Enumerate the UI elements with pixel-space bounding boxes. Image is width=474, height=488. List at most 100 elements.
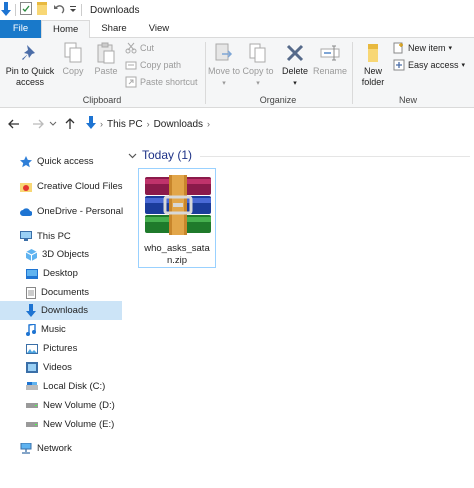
nav-desktop[interactable]: Desktop	[26, 264, 78, 283]
up-button[interactable]	[62, 116, 78, 132]
easy-access-label: Easy access	[408, 60, 459, 70]
cube-icon	[26, 248, 37, 261]
back-button[interactable]	[6, 116, 22, 132]
tab-view[interactable]: View	[138, 20, 180, 38]
group-header-today[interactable]: Today (1)	[128, 148, 470, 162]
nav-pictures[interactable]: Pictures	[26, 339, 77, 358]
downloads-arrow-icon	[1, 1, 11, 19]
customize-dropdown-icon[interactable]	[69, 5, 77, 16]
nav-volume-d[interactable]: New Volume (D:)	[26, 396, 115, 415]
copy-button[interactable]: Copy	[60, 42, 86, 77]
copy-to-icon	[249, 43, 266, 63]
pin-label: Pin to Quick access	[5, 66, 55, 87]
nav-volume-d-label: New Volume (D:)	[43, 400, 115, 411]
nav-3d-objects-label: 3D Objects	[42, 249, 89, 260]
recent-locations-button[interactable]	[48, 116, 58, 132]
nav-creative-cloud-label: Creative Cloud Files	[37, 181, 123, 192]
forward-arrow-icon	[33, 119, 44, 129]
new-folder-label: New folder	[361, 66, 385, 87]
cut-button[interactable]: Cut	[125, 42, 154, 54]
new-folder-button[interactable]: New folder	[355, 42, 391, 88]
new-group-label: New	[398, 95, 417, 105]
nav-3d-objects[interactable]: 3D Objects	[26, 245, 89, 264]
title-bar: Downloads	[0, 0, 474, 20]
nav-downloads[interactable]: Downloads	[0, 301, 122, 320]
breadcrumb-this-pc[interactable]: This PC	[107, 119, 143, 130]
quick-access-toolbar	[0, 0, 86, 20]
new-item-icon	[393, 42, 403, 54]
drive-icon	[26, 403, 38, 408]
document-icon	[26, 286, 36, 299]
tab-share[interactable]: Share	[90, 20, 137, 38]
back-arrow-icon	[8, 119, 19, 129]
nav-videos[interactable]: Videos	[26, 358, 72, 377]
scissors-icon	[125, 42, 137, 54]
creative-cloud-icon	[20, 182, 32, 192]
network-icon	[20, 443, 32, 454]
easy-access-button[interactable]: Easy access ▾	[393, 59, 465, 71]
nav-onedrive[interactable]: OneDrive - Personal	[20, 202, 123, 221]
nav-network[interactable]: Network	[20, 439, 72, 458]
properties-icon[interactable]	[20, 2, 32, 18]
nav-music[interactable]: Music	[26, 320, 66, 339]
pin-icon	[22, 45, 35, 60]
paste-shortcut-label: Paste shortcut	[140, 77, 198, 87]
nav-quick-access[interactable]: Quick access	[20, 152, 94, 171]
winrar-archive-icon	[145, 175, 211, 235]
chevron-down-icon	[49, 121, 57, 126]
navigation-pane: Quick access Creative Cloud Files OneDri…	[0, 140, 123, 488]
nav-music-label: Music	[41, 324, 66, 335]
copy-path-label: Copy path	[140, 60, 182, 70]
chevron-down-icon	[128, 148, 137, 162]
new-item-dropdown-icon: ▾	[448, 45, 453, 52]
organize-group: Move to ▾ Copy to ▾ Delete ▾ Rename Organiz…	[206, 38, 350, 108]
rename-label: Rename	[312, 66, 348, 76]
nav-creative-cloud[interactable]: Creative Cloud Files	[20, 177, 123, 196]
tab-home[interactable]: Home	[41, 20, 91, 39]
address-bar[interactable]: › This PC › Downloads ›	[82, 114, 474, 134]
copy-path-button[interactable]: Copy path	[125, 59, 181, 71]
computer-icon	[20, 231, 32, 241]
paste-shortcut-button[interactable]: Paste shortcut	[125, 76, 198, 88]
group-header-label: Today (1)	[142, 148, 193, 162]
copy-to-button[interactable]: Copy to ▾	[242, 42, 274, 89]
nav-pictures-label: Pictures	[43, 343, 78, 354]
breadcrumb-separator-icon: ›	[207, 119, 211, 129]
file-list: Today (1) who_asks_satan.zip	[124, 140, 474, 488]
copy-path-icon	[125, 61, 137, 70]
file-item[interactable]: who_asks_satan.zip	[138, 168, 216, 268]
move-to-button[interactable]: Move to ▾	[208, 42, 240, 89]
breadcrumb-separator-icon: ›	[146, 119, 150, 129]
move-to-label: Move to	[208, 66, 241, 76]
desktop-icon	[26, 268, 38, 279]
nav-local-disk[interactable]: Local Disk (C:)	[26, 377, 105, 396]
drive-icon	[26, 382, 38, 390]
copy-label: Copy	[62, 66, 84, 76]
move-to-icon	[215, 43, 233, 61]
rename-button[interactable]: Rename	[312, 42, 348, 77]
new-folder-icon[interactable]	[36, 2, 48, 18]
cut-label: Cut	[140, 43, 155, 53]
cloud-icon	[20, 207, 32, 216]
undo-icon[interactable]	[53, 3, 65, 18]
tab-file[interactable]: File	[0, 20, 41, 38]
ribbon-tabs: File Home Share View	[0, 20, 474, 39]
ribbon: Pin to Quick access Copy Paste Cut Copy …	[0, 38, 474, 108]
nav-this-pc[interactable]: This PC	[20, 227, 71, 246]
forward-button[interactable]	[30, 116, 46, 132]
pin-to-quick-access-button[interactable]: Pin to Quick access	[2, 42, 58, 88]
nav-this-pc-label: This PC	[37, 231, 71, 242]
easy-access-dropdown-icon: ▾	[461, 62, 466, 69]
copy-icon	[64, 42, 82, 63]
paste-button[interactable]: Paste	[92, 42, 120, 77]
nav-network-label: Network	[37, 443, 72, 454]
new-item-button[interactable]: New item ▾	[393, 42, 452, 54]
delete-button[interactable]: Delete ▾	[280, 42, 310, 89]
nav-volume-e[interactable]: New Volume (E:)	[26, 415, 114, 434]
breadcrumb-downloads[interactable]: Downloads	[154, 119, 203, 130]
downloads-location-icon	[86, 116, 96, 132]
nav-documents[interactable]: Documents	[26, 283, 89, 302]
nav-documents-label: Documents	[41, 287, 90, 298]
nav-volume-e-label: New Volume (E:)	[43, 419, 115, 430]
file-name: who_asks_satan.zip	[144, 243, 210, 266]
